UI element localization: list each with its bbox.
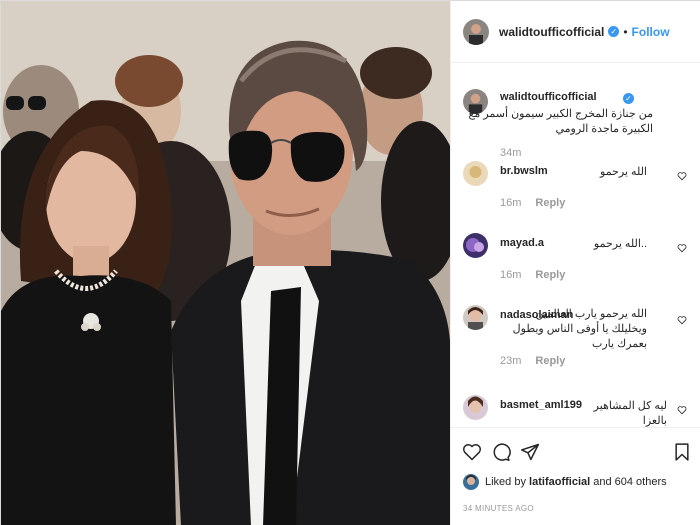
comment-time: 16m (500, 269, 522, 281)
comment-meta: 23m Reply (500, 355, 565, 367)
post-header: walidtoufficofficial ✓ • Follow (451, 1, 700, 63)
comment-username[interactable]: basmet_aml199 (500, 399, 582, 411)
post-side-panel: walidtoufficofficial ✓ • Follow walidtou… (450, 1, 700, 525)
photo-illustration (1, 1, 450, 525)
post-photo[interactable] (1, 1, 450, 525)
comment-avatar[interactable] (463, 305, 488, 330)
comment-item: basmet_aml199 ليه كل المشاهير بالعزا (463, 395, 691, 427)
caption-username[interactable]: walidtoufficofficial (500, 91, 597, 103)
comment-like-heart-icon[interactable] (677, 315, 687, 325)
follow-button[interactable]: Follow (632, 25, 670, 39)
comment-username[interactable]: mayad.a (500, 237, 544, 249)
comment-item: mayad.a ..الله يرحمو 16m Reply (463, 233, 691, 289)
comments-list[interactable]: walidtoufficofficial ✓ من جنازة المخرج ا… (451, 63, 700, 427)
liker-avatar[interactable] (463, 474, 479, 490)
likes-suffix: and 604 others (593, 476, 667, 488)
caption-item: walidtoufficofficial ✓ من جنازة المخرج ا… (463, 89, 691, 159)
comment-text: ..الله يرحمو (593, 238, 647, 250)
liker-username[interactable]: latifaofficial (529, 476, 590, 488)
paper-plane-icon[interactable] (520, 442, 540, 462)
comment-meta: 16m Reply (500, 269, 565, 281)
comment-item: br.bwslm الله يرحمو 16m Reply (463, 161, 691, 217)
author-avatar[interactable] (463, 18, 489, 45)
reply-button[interactable]: Reply (535, 197, 565, 209)
comment-meta: 16m Reply (500, 197, 565, 209)
reply-button[interactable]: Reply (535, 269, 565, 281)
comment-avatar[interactable] (463, 233, 488, 258)
comment-username[interactable]: br.bwslm (500, 165, 548, 177)
instagram-post-frame: walidtoufficofficial ✓ • Follow walidtou… (0, 0, 700, 525)
speech-bubble-icon[interactable] (491, 442, 511, 462)
post-timestamp[interactable]: 34 MINUTES AGO (463, 504, 534, 513)
comment-time: 16m (500, 197, 522, 209)
likes-summary: Liked by latifaofficial and 604 others (463, 474, 667, 490)
comment-like-heart-icon[interactable] (677, 243, 687, 253)
comment-text: ليه كل المشاهير بالعزا (593, 400, 667, 427)
likes-prefix: Liked by (485, 476, 526, 488)
verified-badge-icon: ✓ (608, 26, 620, 37)
comment-like-heart-icon[interactable] (677, 171, 687, 181)
bookmark-icon[interactable] (672, 442, 692, 462)
comment-text: الله يرحمو (600, 166, 647, 178)
reply-button[interactable]: Reply (535, 355, 565, 367)
caption-verified-icon: ✓ (623, 93, 634, 104)
caption-text: من جنازة المخرج الكبير سيمون أسمر مع الك… (468, 108, 653, 135)
caption-time: 34m (500, 147, 522, 159)
comment-item: nadasolaiman الله يرحمو يارب العالمين وي… (463, 305, 691, 375)
comment-like-heart-icon[interactable] (677, 405, 687, 415)
author-username[interactable]: walidtoufficofficial (499, 25, 604, 39)
comment-text: الله يرحمو يارب العالمين ويخليلك يا أوفى… (512, 308, 647, 350)
heart-outline-icon[interactable] (462, 442, 482, 462)
header-separator: • (623, 24, 628, 39)
comment-avatar[interactable] (463, 395, 488, 420)
comment-avatar[interactable] (463, 161, 488, 186)
comment-time: 23m (500, 355, 522, 367)
